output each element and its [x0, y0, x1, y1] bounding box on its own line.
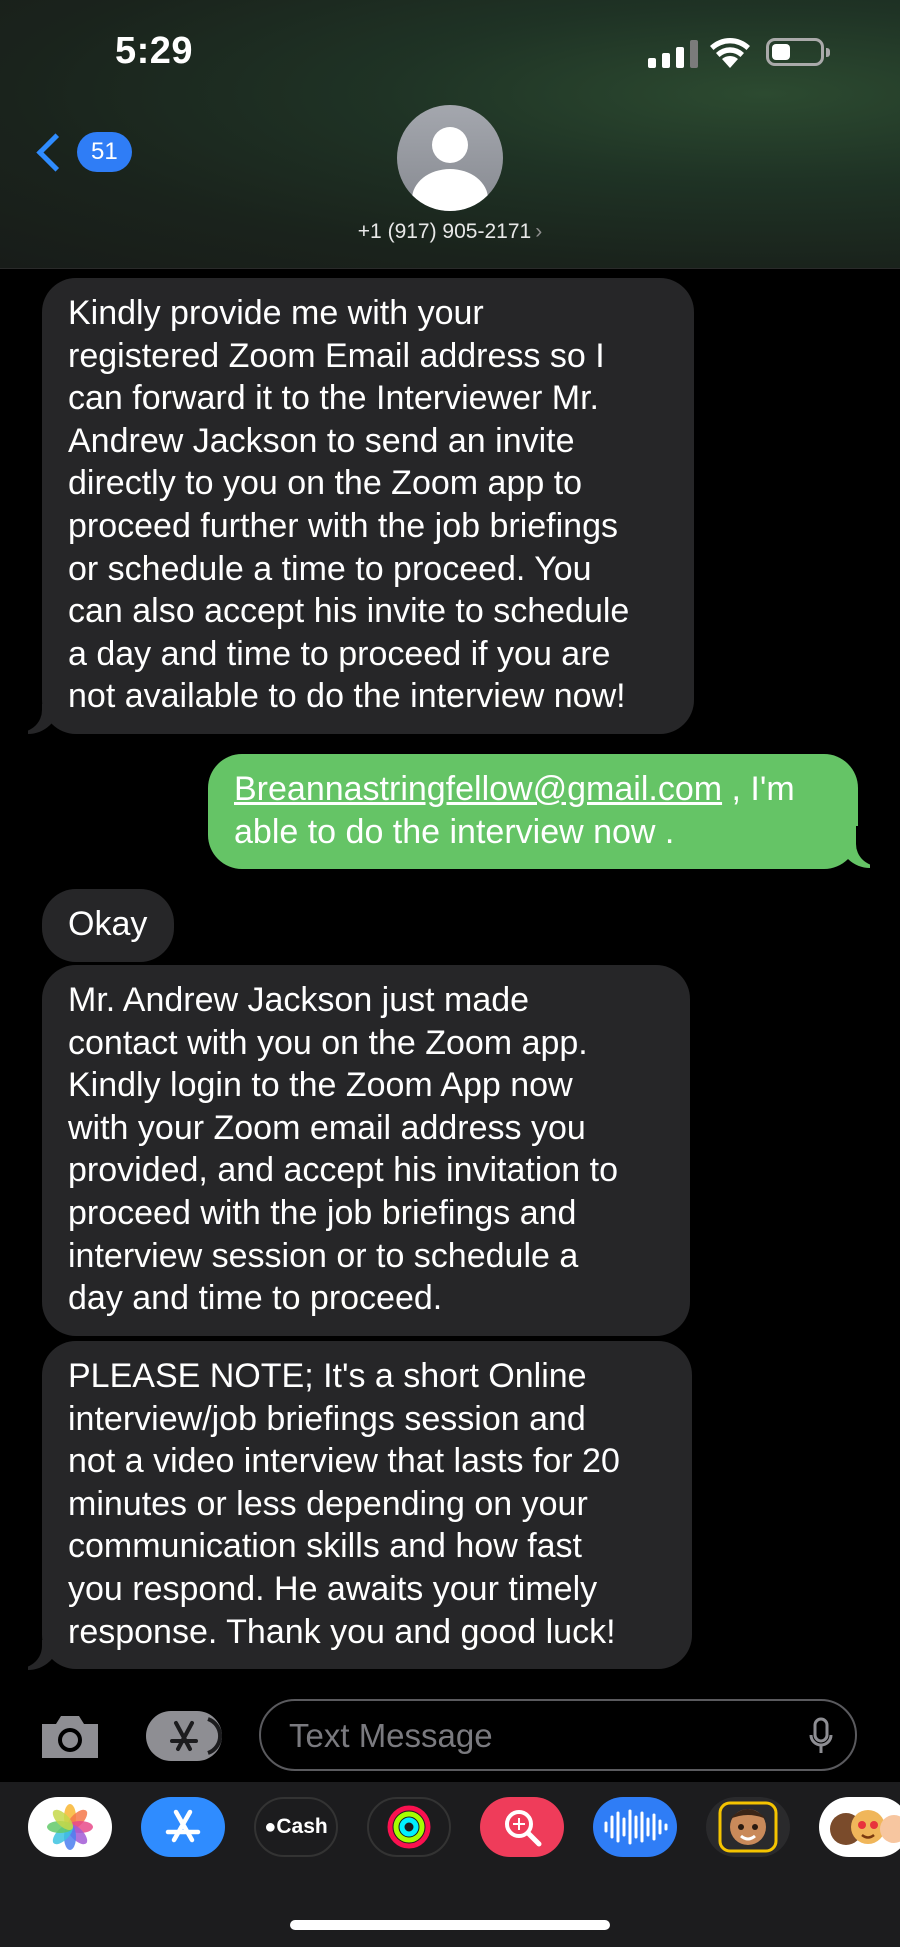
cellular-signal-icon: [648, 38, 698, 68]
conversation-header: 5:29 51 +1 (917) 905-2171 ›: [0, 0, 900, 269]
contact-avatar[interactable]: [397, 105, 503, 211]
bubble-tail: [18, 1628, 58, 1670]
message-line: Kindly provide me with your: [68, 294, 484, 332]
memoji-app-button[interactable]: [706, 1797, 790, 1857]
message-line: minutes or less depending on your: [68, 1484, 588, 1523]
message-line: or schedule a time to proceed. You: [68, 549, 592, 588]
apps-button[interactable]: [146, 1711, 223, 1761]
incoming-message[interactable]: Mr. Andrew Jackson just made contact wit…: [42, 965, 690, 1336]
apple-cash-label: Cash: [276, 1815, 328, 1838]
activity-app-button[interactable]: [367, 1797, 451, 1857]
waveform-icon: [604, 1809, 668, 1845]
outgoing-message[interactable]: Breannastringfellow@gmail.com , I'm able…: [208, 754, 858, 870]
message-line: PLEASE NOTE; It's a short Online: [68, 1357, 587, 1395]
incoming-message[interactable]: Okay: [42, 889, 174, 962]
message-line: communication skills and how fast: [68, 1527, 583, 1566]
memoji-icon: [718, 1801, 778, 1853]
chevron-left-icon: [36, 132, 75, 172]
apple-cash-app-button[interactable]: ● Cash: [254, 1797, 338, 1857]
memoji-stickers-app-button[interactable]: [819, 1797, 900, 1857]
message-line: not a video interview that lasts for 20: [68, 1442, 620, 1481]
message-line: Okay: [68, 905, 148, 943]
app-store-app-button[interactable]: [141, 1797, 225, 1857]
camera-icon[interactable]: [38, 1712, 102, 1762]
message-line: directly to you on the Zoom app to: [68, 464, 583, 503]
bubble-tail: [840, 826, 880, 868]
message-line: able to do the interview now .: [234, 812, 675, 851]
message-line: with your Zoom email address you: [68, 1108, 586, 1147]
memoji-stickers-icon: [830, 1810, 900, 1845]
message-line: can forward it to the Interviewer Mr.: [68, 379, 599, 418]
message-line: Andrew Jackson to send an invite: [68, 421, 575, 460]
message-line: interview session or to schedule a: [68, 1236, 579, 1275]
apple-logo-icon: ●: [264, 1815, 277, 1838]
message-line: provided, and accept his invitation to: [68, 1151, 619, 1190]
message-line: Kindly login to the Zoom App now: [68, 1066, 573, 1105]
app-store-icon: [165, 1809, 201, 1843]
unread-count-badge: 51: [77, 132, 132, 172]
status-time: 5:29: [115, 30, 194, 72]
message-line: not available to do the interview now!: [68, 677, 626, 716]
magnifying-glass-icon: [505, 1810, 542, 1847]
back-button[interactable]: 51: [32, 132, 132, 172]
incoming-message[interactable]: Kindly provide me with your registered Z…: [42, 278, 694, 734]
message-line: can also accept his invite to schedule: [68, 592, 630, 631]
chevron-right-icon: ›: [535, 220, 543, 243]
photos-icon: [47, 1804, 93, 1850]
message-line: contact with you on the Zoom app.: [68, 1023, 588, 1062]
home-indicator[interactable]: [290, 1920, 610, 1930]
search-images-app-button[interactable]: [480, 1797, 564, 1857]
message-text: , I'm: [722, 770, 795, 808]
photos-app-button[interactable]: [28, 1797, 112, 1857]
message-line: response. Thank you and good luck!: [68, 1612, 616, 1651]
microphone-icon[interactable]: [809, 1717, 833, 1755]
app-store-icon: [170, 1717, 223, 1755]
email-link[interactable]: Breannastringfellow@gmail.com: [234, 770, 722, 808]
message-line: registered Zoom Email address so I: [68, 336, 605, 375]
bubble-tail: [18, 692, 58, 734]
message-line: proceed with the job briefings and: [68, 1193, 577, 1232]
contact-phone-number: +1 (917) 905-2171: [357, 220, 532, 243]
message-line: Mr. Andrew Jackson just made: [68, 981, 530, 1019]
incoming-message[interactable]: PLEASE NOTE; It's a short Online intervi…: [42, 1341, 692, 1670]
message-line: proceed further with the job briefings: [68, 506, 618, 545]
battery-icon: [766, 38, 830, 66]
message-input-field[interactable]: [259, 1699, 857, 1771]
wifi-icon: [710, 38, 750, 68]
contact-name[interactable]: +1 (917) 905-2171 ›: [0, 220, 900, 244]
audio-message-app-button[interactable]: [593, 1797, 677, 1857]
message-input[interactable]: [287, 1713, 771, 1759]
message-line: a day and time to proceed if you are: [68, 634, 611, 673]
message-line: you respond. He awaits your timely: [68, 1569, 598, 1608]
message-line: day and time to proceed.: [68, 1279, 443, 1318]
activity-rings-icon: [387, 1805, 431, 1849]
message-line: interview/job briefings session and: [68, 1399, 586, 1438]
